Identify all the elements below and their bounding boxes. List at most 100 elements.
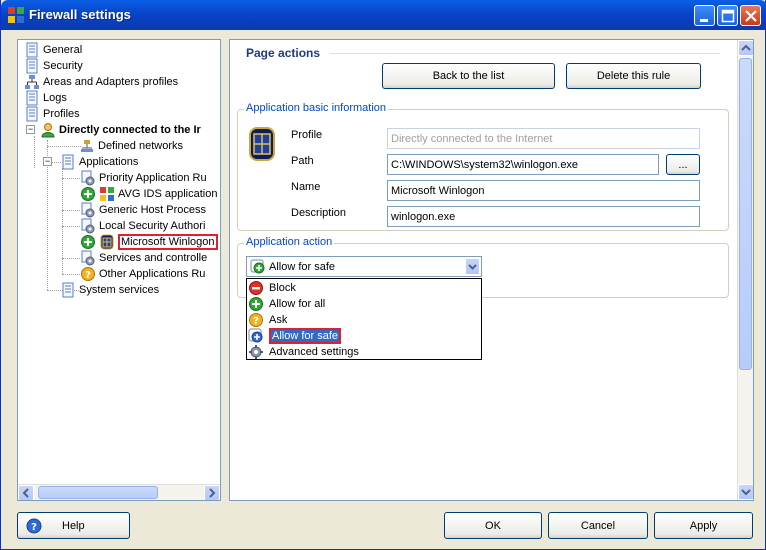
app-basic-info-legend: Application basic information — [244, 102, 389, 114]
firewall-settings-window: Firewall settings General Security Areas… — [0, 0, 766, 550]
settings-tree[interactable]: General Security Areas and Adapters prof… — [17, 39, 221, 501]
option-allow-for-all[interactable]: Allow for all — [248, 296, 325, 312]
scroll-down-button[interactable] — [738, 484, 753, 500]
app-action-select[interactable]: Allow for safe — [246, 256, 482, 277]
chevron-down-icon — [741, 489, 751, 496]
option-ask[interactable]: ? Ask — [248, 312, 287, 328]
allow-all-icon — [249, 297, 263, 311]
close-button[interactable] — [740, 5, 761, 26]
scroll-up-button[interactable] — [738, 40, 753, 56]
rule-detail-panel: Page actions Back to the list Delete thi… — [229, 39, 754, 501]
svg-text:?: ? — [85, 270, 91, 281]
chevron-up-icon — [741, 44, 751, 51]
allow-safe-icon — [250, 259, 265, 274]
tree-scroll-thumb[interactable] — [38, 486, 158, 499]
cancel-button[interactable]: Cancel — [548, 512, 648, 539]
document-icon — [26, 106, 38, 122]
help-button[interactable]: ? Help — [17, 512, 130, 539]
tree-item-profiles[interactable]: Profiles — [24, 106, 80, 122]
tree-horizontal-scrollbar[interactable] — [18, 484, 220, 500]
allow-icon — [81, 235, 95, 249]
svg-text:?: ? — [31, 522, 37, 533]
tree-item-security[interactable]: Security — [24, 58, 83, 74]
tree-item-areas-adapters[interactable]: Areas and Adapters profiles — [24, 74, 178, 90]
tree-item-system-services[interactable]: System services — [60, 282, 159, 298]
minimize-icon — [700, 19, 708, 22]
detail-vertical-scrollbar[interactable] — [737, 40, 753, 500]
maximize-icon — [721, 9, 735, 23]
tree-item-priority-application[interactable]: Priority Application Ru — [80, 170, 207, 186]
detail-scroll-thumb[interactable] — [739, 58, 752, 370]
tree-item-applications[interactable]: Applications — [60, 154, 138, 170]
scroll-left-button[interactable] — [18, 485, 34, 500]
ok-button[interactable]: OK — [444, 512, 542, 539]
chevron-down-icon — [468, 264, 477, 270]
path-field[interactable] — [387, 154, 659, 175]
gear-doc-icon — [81, 250, 95, 266]
ask-icon: ? — [249, 313, 263, 327]
description-field[interactable] — [387, 206, 700, 227]
gear-doc-icon — [81, 170, 95, 186]
chevron-left-icon — [22, 488, 29, 498]
tree-item-logs[interactable]: Logs — [24, 90, 67, 106]
description-label: Description — [291, 207, 347, 219]
tree-item-microsoft-winlogon[interactable]: Microsoft Winlogon — [80, 234, 218, 250]
allow-icon — [81, 187, 95, 201]
chevron-right-icon — [209, 488, 216, 498]
help-icon: ? — [26, 518, 42, 534]
apply-button[interactable]: Apply — [654, 512, 753, 539]
title-bar[interactable]: Firewall settings — [1, 0, 766, 30]
maximize-button[interactable] — [717, 5, 738, 26]
winlogon-icon — [100, 234, 114, 250]
tree-expander-profile[interactable]: − — [26, 125, 35, 134]
avg-icon — [100, 187, 114, 201]
block-icon — [249, 281, 263, 295]
allow-safe-icon — [248, 328, 263, 343]
scroll-right-button[interactable] — [204, 485, 220, 500]
question-icon: ? — [81, 267, 95, 281]
delete-rule-button[interactable]: Delete this rule — [566, 63, 701, 89]
close-icon — [745, 10, 757, 22]
svg-text:?: ? — [253, 316, 259, 327]
window-title: Firewall settings — [29, 7, 131, 22]
app-action-dropdown-button[interactable] — [465, 258, 480, 275]
network-icon — [81, 140, 93, 152]
winlogon-app-icon — [249, 127, 275, 161]
option-block[interactable]: Block — [248, 280, 296, 296]
name-field[interactable] — [387, 180, 700, 201]
tree-expander-applications[interactable]: − — [43, 157, 52, 166]
app-action-selected-value: Allow for safe — [269, 261, 336, 273]
gear-doc-icon — [81, 202, 95, 218]
option-allow-for-safe[interactable]: Allow for safe — [248, 328, 342, 344]
document-icon — [26, 42, 38, 58]
help-label: Help — [62, 520, 85, 532]
name-label: Name — [291, 181, 321, 193]
avg-logo-icon — [8, 7, 24, 23]
path-label: Path — [291, 155, 314, 167]
app-action-dropdown-list[interactable]: Block Allow for all ? Ask Allow for safe… — [246, 278, 482, 360]
profile-field — [387, 128, 700, 149]
network-icon — [25, 75, 39, 89]
minimize-button[interactable] — [694, 5, 715, 26]
document-icon — [62, 282, 74, 298]
tree-item-other-applications[interactable]: ? Other Applications Ru — [80, 266, 205, 282]
document-icon — [62, 154, 74, 170]
document-icon — [26, 90, 38, 106]
page-actions-title: Page actions — [246, 46, 321, 60]
browse-path-button[interactable]: ... — [666, 154, 700, 175]
profile-label: Profile — [291, 129, 323, 141]
user-profile-icon — [41, 123, 55, 138]
advanced-gear-icon — [249, 345, 263, 359]
option-advanced-settings[interactable]: Advanced settings — [248, 344, 359, 360]
gear-doc-icon — [81, 218, 95, 234]
tree-item-avg-ids-application[interactable]: AVG IDS application — [80, 186, 217, 202]
app-action-legend: Application action — [244, 236, 335, 248]
tree-item-local-security-authority[interactable]: Local Security Authori — [80, 218, 205, 234]
document-icon — [26, 58, 38, 74]
tree-item-services-controller[interactable]: Services and controlle — [80, 250, 207, 266]
back-to-list-button[interactable]: Back to the list — [382, 63, 555, 89]
tree-item-generic-host-process[interactable]: Generic Host Process — [80, 202, 206, 218]
tree-item-directly-connected[interactable]: Directly connected to the Ir — [40, 122, 201, 138]
tree-item-general[interactable]: General — [24, 42, 82, 58]
tree-item-defined-networks[interactable]: Defined networks — [79, 138, 183, 154]
